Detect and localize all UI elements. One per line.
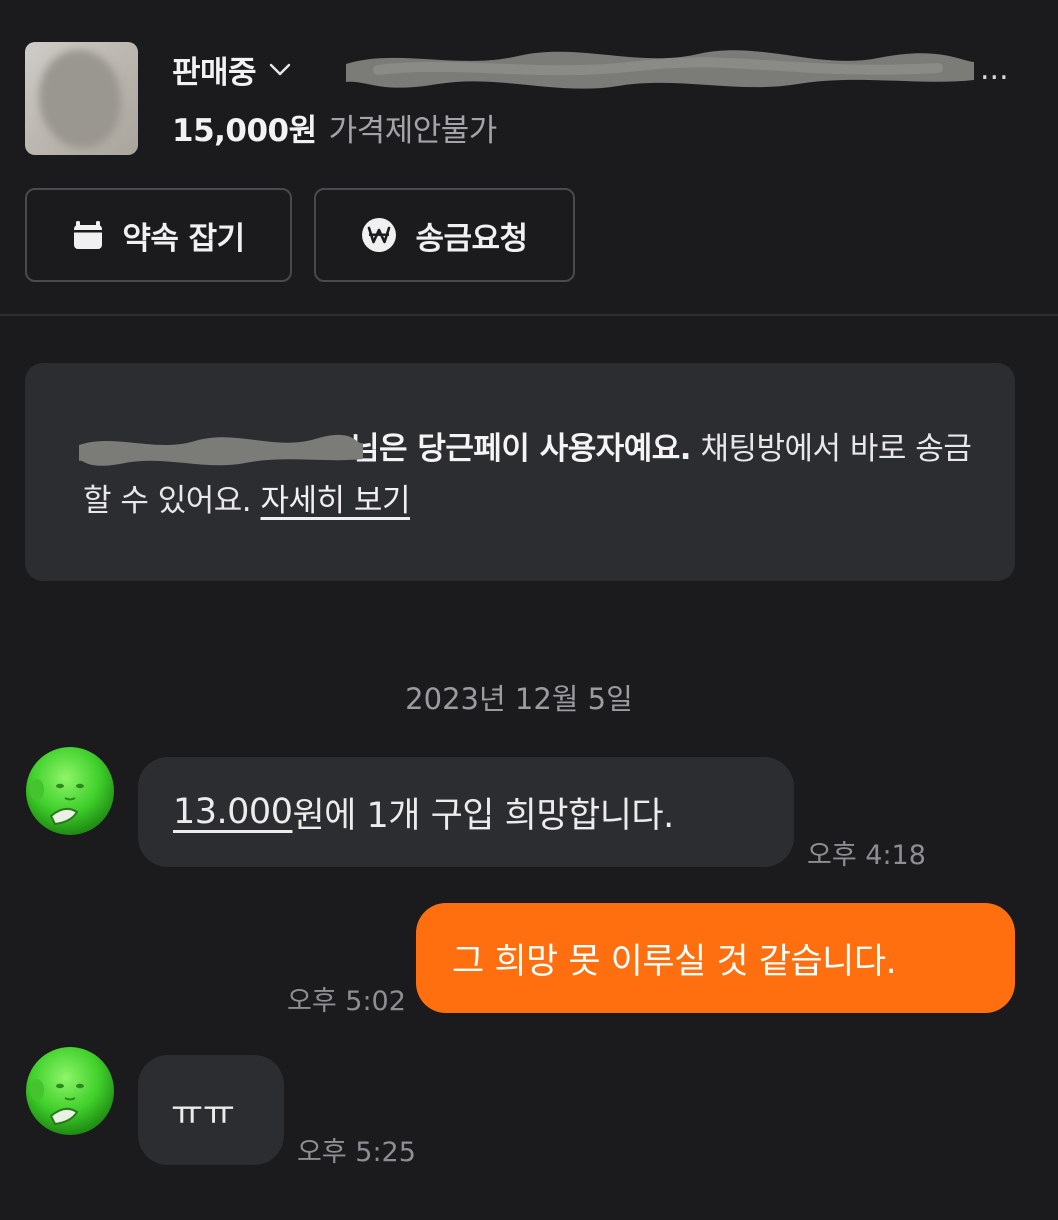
message-timestamp: 오후 5:25	[297, 1137, 416, 1168]
product-price: 15,000원	[172, 113, 317, 149]
notice-text: 님은 당근페이 사용자예요. 채팅방에서 바로 송금할 수 있어요. 자세히 보…	[79, 423, 983, 527]
product-header[interactable]: 판매중 ... 15,000원 가격제안불가	[0, 0, 1058, 170]
chat-date-separator: 2023년 12월 5일	[405, 682, 633, 716]
sale-status-label: 판매중	[172, 54, 257, 91]
message-bubble-outgoing[interactable]: 그 희망 못 이루실 것 같습니다.	[416, 903, 1015, 1013]
won-coin-icon	[361, 217, 397, 253]
notice-bold-text: 님은 당근페이 사용자예요.	[351, 431, 692, 467]
pay-user-notice: 님은 당근페이 사용자예요. 채팅방에서 바로 송금할 수 있어요. 자세히 보…	[25, 363, 1015, 581]
message-text: 그 희망 못 이루실 것 같습니다.	[452, 941, 897, 982]
chevron-down-icon	[268, 57, 292, 81]
message-timestamp: 오후 4:18	[807, 840, 926, 871]
partner-avatar[interactable]	[25, 746, 115, 836]
product-title-redacted	[338, 40, 978, 96]
calendar-icon	[72, 219, 104, 251]
sale-status-dropdown[interactable]: 판매중	[172, 44, 292, 94]
redacted-username	[79, 433, 363, 466]
request-payment-button[interactable]: 송금요청	[314, 188, 575, 282]
blurred-thumbnail-content	[39, 50, 121, 148]
price-negotiation-note: 가격제안불가	[328, 113, 498, 149]
partner-avatar[interactable]	[25, 1046, 115, 1136]
product-thumbnail[interactable]	[25, 42, 138, 155]
message-bubble-incoming[interactable]: 13.000 원에 1개 구입 희망합니다.	[138, 757, 794, 867]
schedule-appointment-button[interactable]: 약속 잡기	[25, 188, 292, 282]
message-text: ㅠㅠ	[171, 1093, 235, 1134]
schedule-appointment-label: 약속 잡기	[122, 220, 245, 257]
message-timestamp: 오후 5:02	[287, 986, 406, 1017]
message-text: 원에 1개 구입 희망합니다.	[292, 795, 674, 836]
price-row: 15,000원 가격제안불가	[172, 105, 497, 150]
price-mention-link[interactable]: 13.000	[173, 792, 293, 832]
product-title-ellipsis: ...	[980, 52, 1009, 87]
request-payment-label: 송금요청	[415, 220, 528, 257]
notice-details-link[interactable]: 자세히 보기	[261, 483, 411, 519]
message-bubble-incoming[interactable]: ㅠㅠ	[138, 1055, 284, 1165]
header-divider	[0, 314, 1058, 316]
